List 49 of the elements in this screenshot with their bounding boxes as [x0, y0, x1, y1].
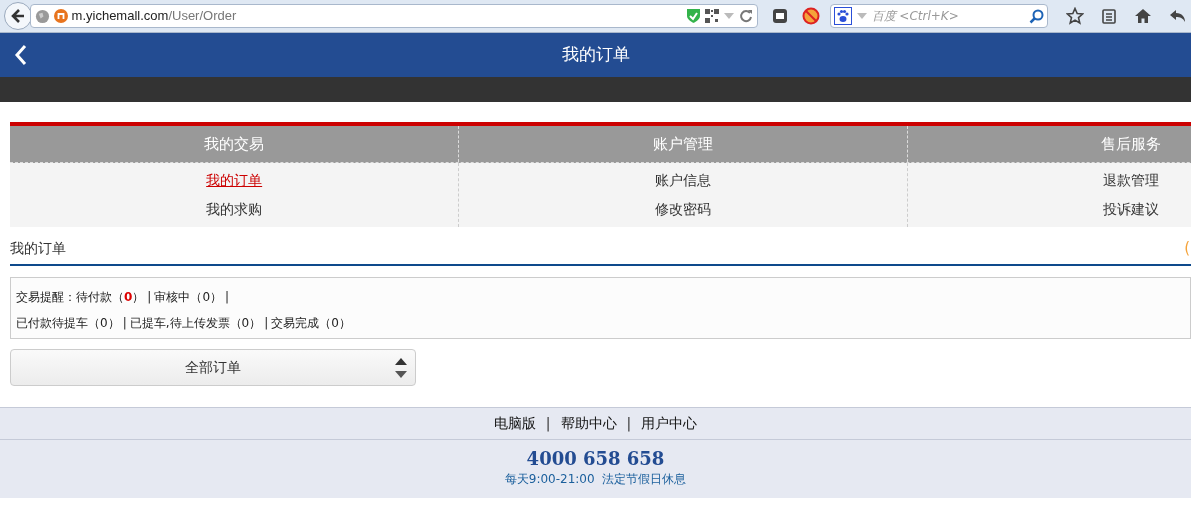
back-button[interactable]: [4, 2, 32, 30]
star-icon[interactable]: [1066, 7, 1084, 25]
back-icon[interactable]: [14, 44, 28, 66]
section-title: 我的订单: [10, 239, 66, 258]
menu-heading: 我的交易: [203, 133, 266, 155]
separator: |: [264, 315, 269, 332]
separator: |: [626, 414, 632, 434]
sort-arrows-icon: [395, 356, 407, 380]
qr-code-icon[interactable]: [704, 9, 719, 23]
order-status[interactable]: 已提车,待上传发票（0）: [129, 310, 262, 336]
footer-link[interactable]: 帮助中心: [560, 413, 617, 434]
menu-link[interactable]: 退款管理: [1103, 166, 1160, 195]
search-icon[interactable]: [1029, 8, 1044, 24]
menu-link[interactable]: 修改密码: [655, 195, 711, 224]
order-filter-select[interactable]: 全部订单: [10, 349, 416, 386]
order-status[interactable]: 交易完成（0）: [271, 310, 351, 336]
undo-icon[interactable]: [1169, 8, 1187, 24]
menu-link[interactable]: 我的订单: [206, 166, 263, 195]
order-status[interactable]: 已付款待提车（0）: [16, 310, 120, 336]
order-status[interactable]: 审核中（0）: [154, 284, 223, 310]
search-box[interactable]: 百度 <Ctrl+K>: [829, 4, 1048, 28]
globe-icon: [34, 8, 50, 24]
separator: |: [545, 414, 551, 434]
reminder-label: 交易提醒：: [16, 289, 76, 306]
service-hours: 每天9:00-21:00 法定节假日休息: [504, 471, 687, 488]
footer-link[interactable]: 电脑版: [493, 413, 536, 434]
reload-icon[interactable]: [738, 9, 753, 23]
order-status[interactable]: 待付款（0）: [76, 284, 145, 310]
menu-heading: 售后服务: [906, 126, 1191, 162]
separator: |: [225, 289, 230, 306]
menu-link[interactable]: 账户信息: [655, 166, 711, 195]
address-bar[interactable]: m.yichemall.com/User/Order: [29, 4, 758, 28]
phone-number: 4000 658 658: [526, 448, 665, 470]
separator: |: [122, 315, 127, 332]
clipboard-icon[interactable]: [1101, 8, 1117, 24]
reader-icon[interactable]: [771, 8, 788, 24]
separator: |: [147, 289, 152, 306]
edge-mark: (: [1184, 238, 1191, 260]
url-text: m.yichemall.com/User/Order: [71, 7, 237, 26]
menu-link[interactable]: 投诉建议: [1103, 195, 1160, 224]
blocked-icon[interactable]: [801, 7, 820, 25]
footer-link[interactable]: 用户中心: [641, 413, 698, 434]
page-title: 我的订单: [561, 43, 630, 67]
search-input[interactable]: 百度 <Ctrl+K>: [871, 7, 1025, 25]
paw-icon[interactable]: [833, 7, 852, 25]
menu-heading: 账户管理: [458, 126, 907, 162]
menu-link[interactable]: 我的求购: [206, 195, 263, 224]
home-icon[interactable]: [1134, 8, 1152, 24]
site-icon: [53, 9, 68, 23]
